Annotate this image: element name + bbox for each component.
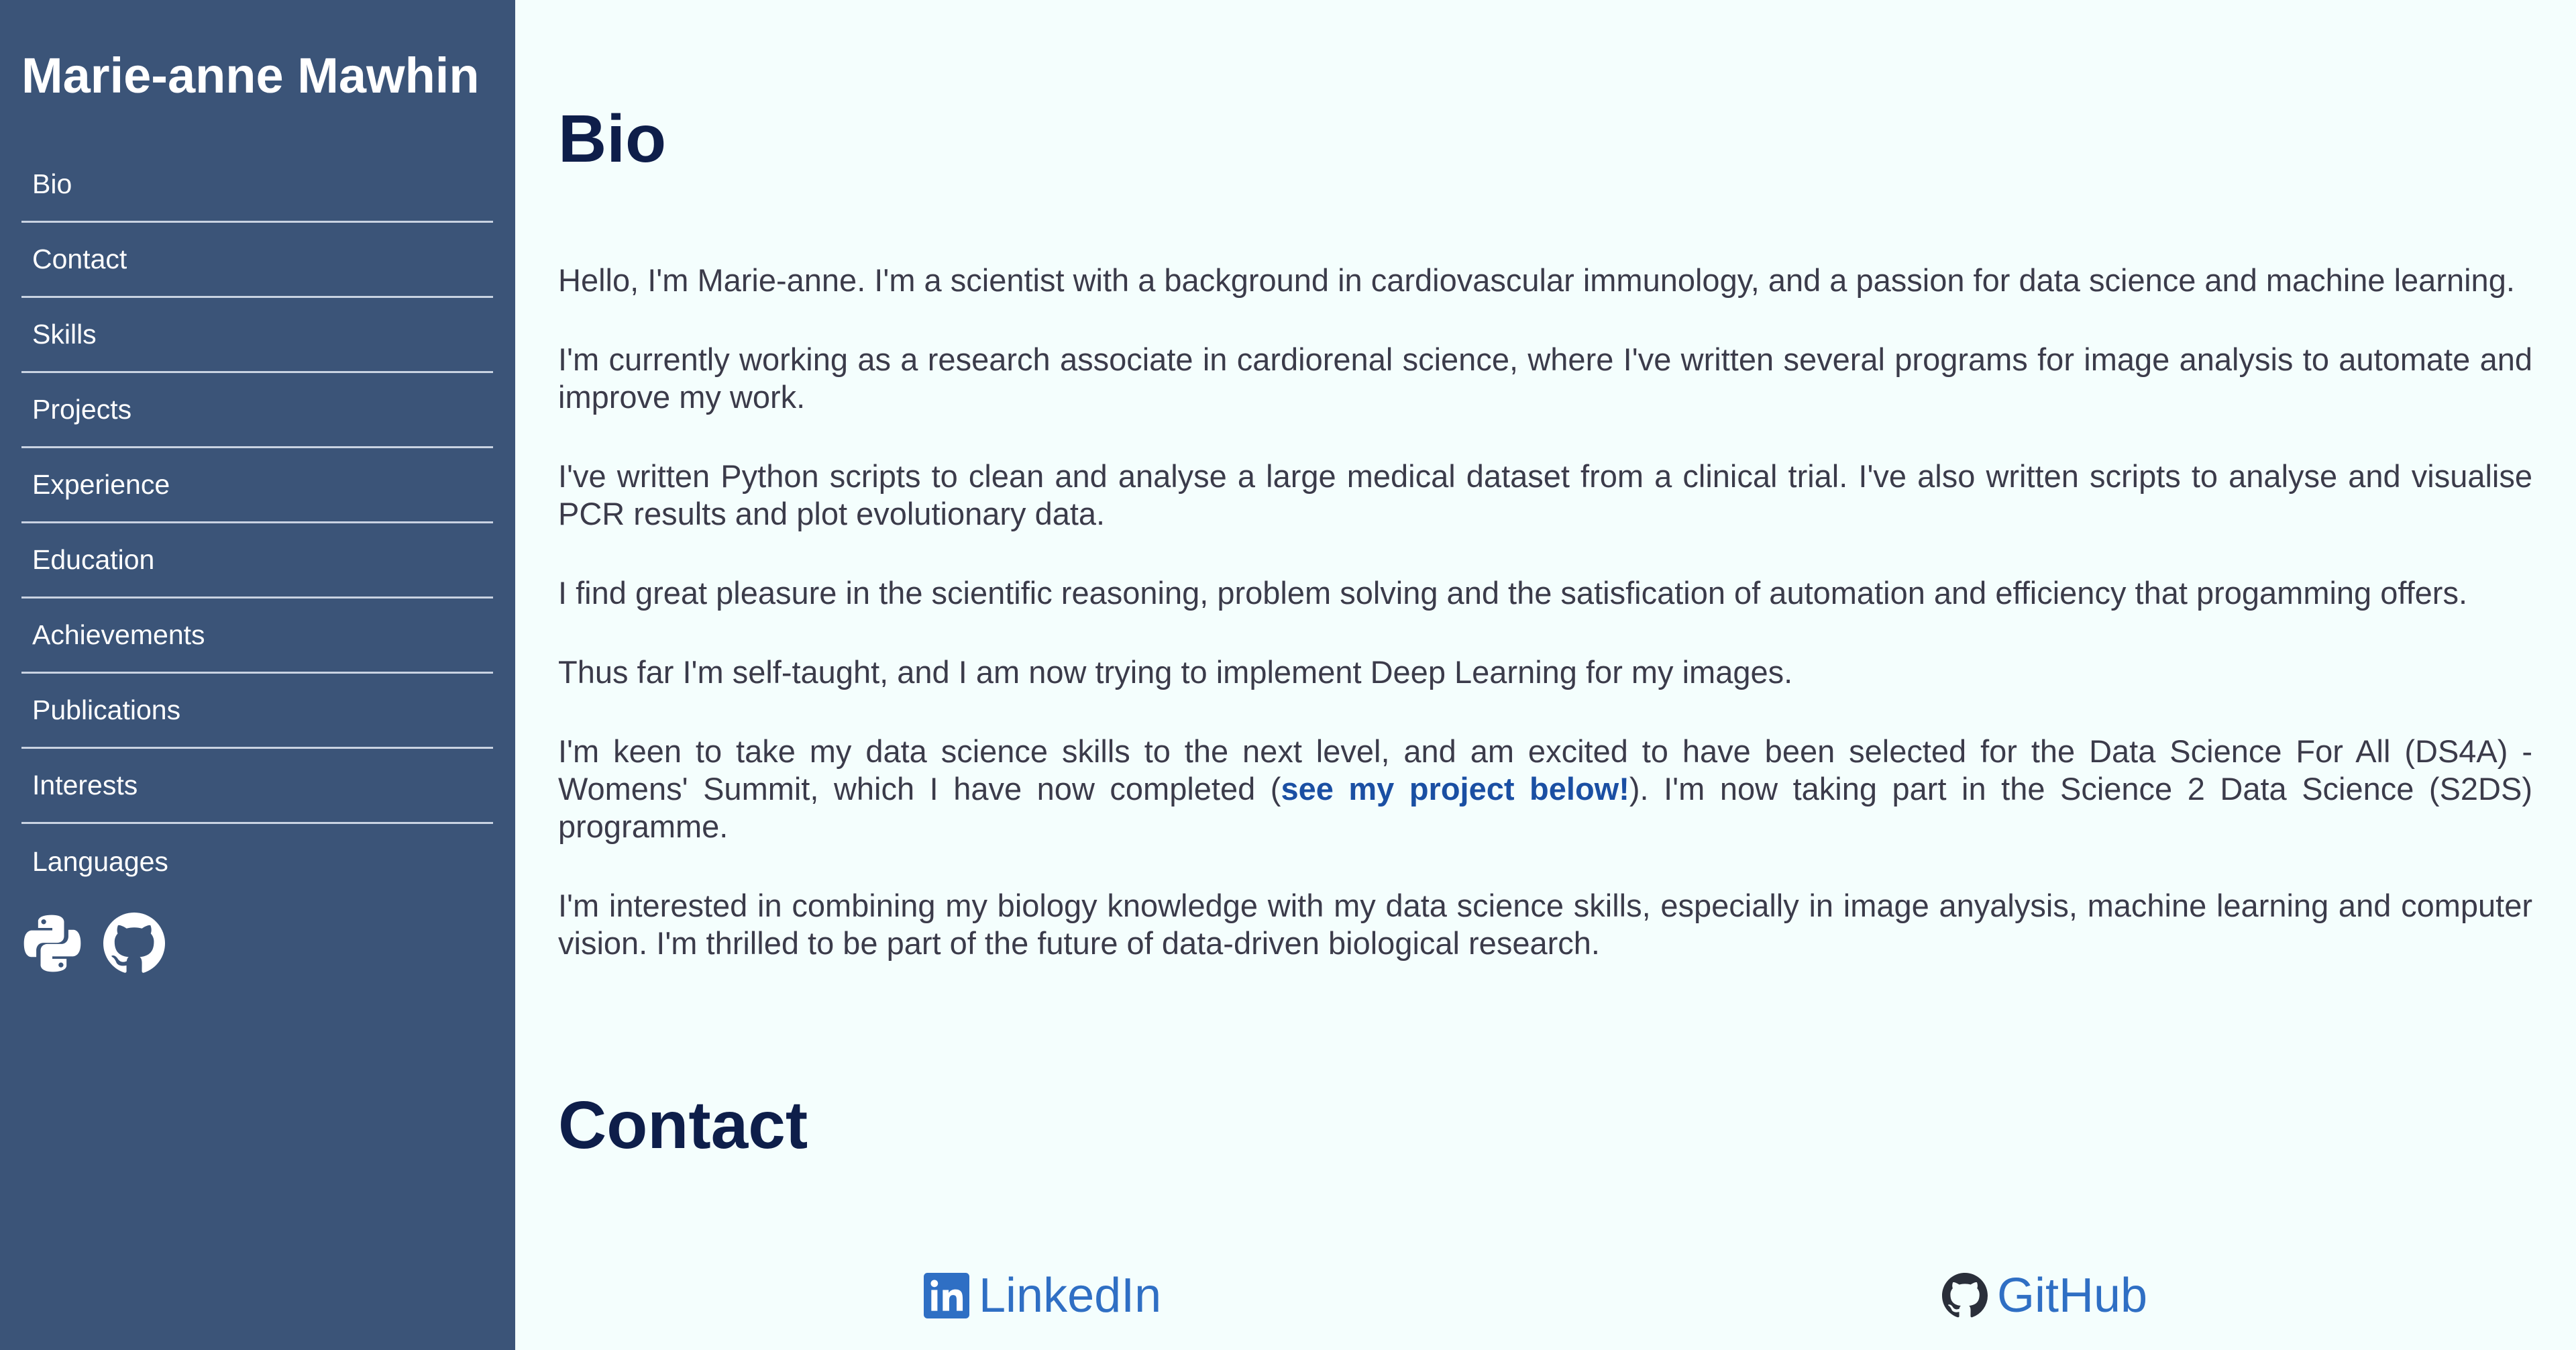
sidebar-item-interests[interactable]: Interests xyxy=(21,749,493,824)
sidebar-item-languages[interactable]: Languages xyxy=(21,824,493,899)
project-link[interactable]: see my project below! xyxy=(1281,771,1629,807)
page: Marie-anne Mawhin Bio Contact Skills Pro… xyxy=(0,0,2576,1350)
bio-heading: Bio xyxy=(558,101,667,176)
python-icon[interactable] xyxy=(21,913,83,974)
bio-paragraph: I find great pleasure in the scientific … xyxy=(558,575,2468,611)
sidebar-item-skills[interactable]: Skills xyxy=(21,298,493,373)
bio-paragraph: Thus far I'm self-taught, and I am now t… xyxy=(558,654,1793,690)
linkedin-icon xyxy=(924,1273,969,1318)
github-icon[interactable] xyxy=(103,913,165,974)
site-title[interactable]: Marie-anne Mawhin xyxy=(21,47,480,104)
contact-heading: Contact xyxy=(558,1088,808,1163)
sidebar-item-publications[interactable]: Publications xyxy=(21,674,493,749)
bio-paragraph: I'm keen to take my data science skills … xyxy=(558,733,2532,845)
sidebar-item-projects[interactable]: Projects xyxy=(21,373,493,448)
bio-paragraph: I've written Python scripts to clean and… xyxy=(558,458,2532,531)
bio-paragraph: I'm currently working as a research asso… xyxy=(558,342,2532,415)
sidebar-nav: Bio Contact Skills Projects Experience E… xyxy=(21,148,493,899)
github-link[interactable]: GitHub xyxy=(1942,1268,2147,1323)
linkedin-label: LinkedIn xyxy=(979,1269,1162,1322)
github-icon xyxy=(1942,1273,1988,1318)
social-links xyxy=(21,913,165,974)
github-label: GitHub xyxy=(1997,1269,2148,1322)
sidebar-item-bio[interactable]: Bio xyxy=(21,148,493,223)
sidebar: Marie-anne Mawhin Bio Contact Skills Pro… xyxy=(0,0,515,1350)
main-content: Bio Hello, I'm Marie-anne. I'm a scienti… xyxy=(558,0,2532,1350)
sidebar-item-experience[interactable]: Experience xyxy=(21,448,493,523)
sidebar-item-education[interactable]: Education xyxy=(21,523,493,599)
bio-text: Hello, I'm Marie-anne. I'm a scientist w… xyxy=(558,262,2532,1004)
linkedin-link[interactable]: LinkedIn xyxy=(924,1268,1161,1323)
sidebar-item-contact[interactable]: Contact xyxy=(21,223,493,298)
bio-paragraph: I'm interested in combining my biology k… xyxy=(558,888,2532,961)
bio-paragraph: Hello, I'm Marie-anne. I'm a scientist w… xyxy=(558,262,2515,298)
sidebar-item-achievements[interactable]: Achievements xyxy=(21,599,493,674)
